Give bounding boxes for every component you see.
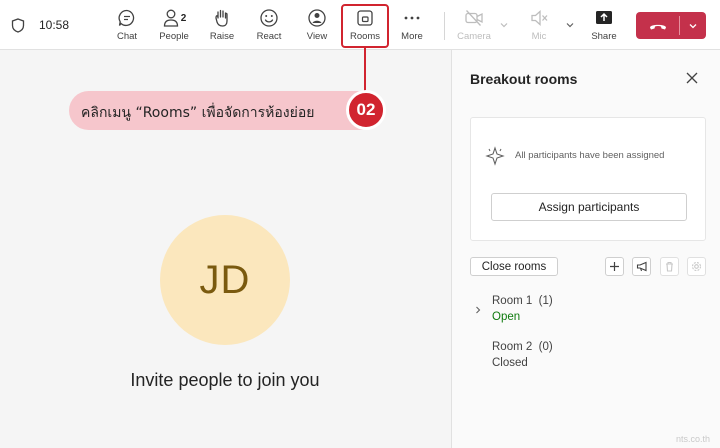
step-number-badge: 02 xyxy=(346,90,386,130)
share-icon xyxy=(593,7,615,29)
meeting-timer: 10:58 xyxy=(39,18,70,32)
mic-muted-icon xyxy=(528,7,550,29)
chevron-down-icon xyxy=(689,23,697,28)
more-label: More xyxy=(401,31,423,42)
share-button[interactable]: Share xyxy=(582,7,626,45)
invite-message: Invite people to join you xyxy=(130,370,320,390)
smiley-icon xyxy=(258,7,280,29)
room-status: Closed xyxy=(492,357,528,369)
room-status: Open xyxy=(492,311,521,323)
trash-icon xyxy=(666,261,673,272)
leave-call-control xyxy=(636,12,706,39)
people-icon: 2 xyxy=(159,7,189,29)
assignment-card: All participants have been assigned Assi… xyxy=(470,117,706,241)
plus-icon xyxy=(610,262,619,271)
camera-label: Camera xyxy=(457,31,491,42)
room-name: Room 1 xyxy=(492,295,533,307)
sparkle-icon xyxy=(485,146,505,166)
avatar-initials: JD xyxy=(199,257,251,302)
more-button[interactable]: More xyxy=(390,7,434,45)
close-rooms-button[interactable]: Close rooms xyxy=(470,257,558,276)
view-button[interactable]: View xyxy=(295,7,339,45)
react-label: React xyxy=(256,31,282,42)
close-icon[interactable] xyxy=(685,71,699,85)
people-label: People xyxy=(159,31,189,42)
room-title: Room 2 (0) xyxy=(492,341,553,353)
room-item[interactable]: Room 2 (0) Closed xyxy=(492,341,553,369)
view-label: View xyxy=(306,31,328,42)
shield-icon xyxy=(11,18,25,33)
instruction-callout: คลิกเมนู “Rooms” เพื่อจัดการห้องย่อย xyxy=(69,91,367,130)
mic-label: Mic xyxy=(531,31,547,42)
room-name: Room 2 xyxy=(492,341,533,353)
people-count: 2 xyxy=(180,12,187,24)
callout-text: คลิกเมนู “Rooms” เพื่อจัดการห้องย่อย xyxy=(81,105,315,121)
room-participant-count: (1) xyxy=(538,295,553,307)
raise-hand-button[interactable]: Raise xyxy=(200,7,244,45)
megaphone-icon xyxy=(636,261,647,272)
share-label: Share xyxy=(591,31,617,42)
leave-options-button[interactable] xyxy=(680,12,706,39)
camera-options-chevron-icon[interactable] xyxy=(499,20,509,30)
gear-icon xyxy=(691,261,702,272)
panel-title: Breakout rooms xyxy=(470,71,578,87)
hang-up-icon xyxy=(649,24,666,29)
room-participant-count: (0) xyxy=(538,341,553,353)
chat-icon xyxy=(116,7,138,29)
rooms-highlight-box xyxy=(341,4,389,48)
callout-connector xyxy=(364,48,366,94)
add-room-button[interactable] xyxy=(605,257,624,276)
hand-icon xyxy=(211,7,233,29)
people-button[interactable]: 2 People xyxy=(152,7,196,45)
camera-off-icon xyxy=(463,7,485,29)
camera-button[interactable]: Camera xyxy=(452,7,496,45)
view-icon xyxy=(306,7,328,29)
mic-options-chevron-icon[interactable] xyxy=(565,20,575,30)
avatar: JD xyxy=(160,215,290,345)
announcement-button[interactable] xyxy=(632,257,651,276)
chat-button[interactable]: Chat xyxy=(105,7,149,45)
delete-room-button[interactable] xyxy=(660,257,679,276)
raise-label: Raise xyxy=(209,31,235,42)
chat-label: Chat xyxy=(116,31,138,42)
react-button[interactable]: React xyxy=(247,7,291,45)
room-item[interactable]: Room 1 (1) Open xyxy=(492,295,553,323)
more-icon xyxy=(401,7,423,29)
assign-participants-button[interactable]: Assign participants xyxy=(491,193,687,221)
mic-button[interactable]: Mic xyxy=(517,7,561,45)
toolbar-divider xyxy=(444,12,445,40)
watermark: nts.co.th xyxy=(676,434,711,444)
assignment-status: All participants have been assigned xyxy=(515,150,665,161)
room-title: Room 1 (1) xyxy=(492,295,553,307)
leave-button[interactable] xyxy=(636,12,679,39)
breakout-rooms-panel: Breakout rooms All participants have bee… xyxy=(451,50,720,448)
room-settings-button[interactable] xyxy=(687,257,706,276)
chevron-right-icon[interactable] xyxy=(474,306,482,314)
